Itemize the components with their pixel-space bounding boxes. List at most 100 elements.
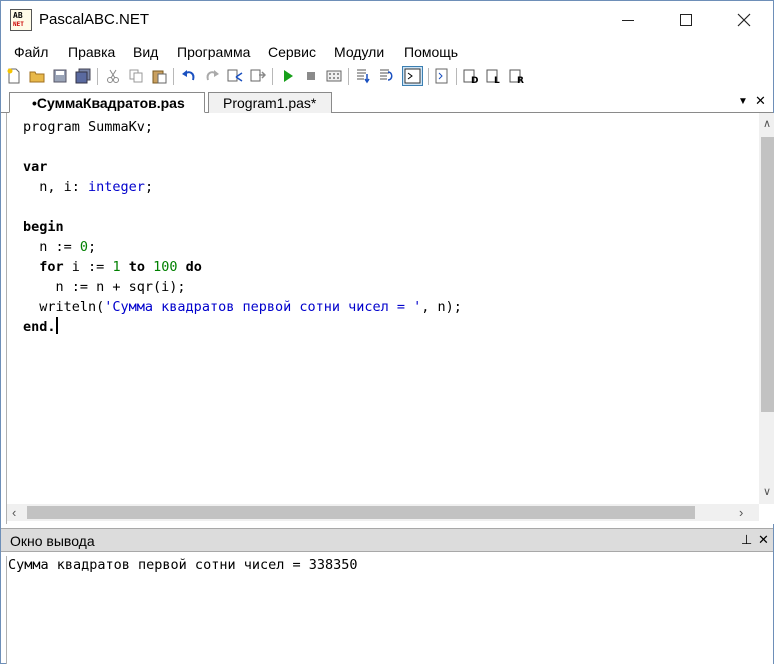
menu-program[interactable]: Программа: [177, 44, 250, 60]
code-token: begin: [23, 219, 64, 235]
close-icon: [737, 13, 751, 27]
minimize-button[interactable]: [599, 1, 657, 39]
undo-icon[interactable]: [181, 68, 197, 84]
format-icon[interactable]: [434, 68, 450, 84]
menu-edit[interactable]: Правка: [68, 44, 115, 60]
maximize-button[interactable]: [657, 1, 715, 39]
code-token: i :=: [63, 259, 113, 275]
toolbar-separator: [272, 68, 273, 85]
scroll-left-icon[interactable]: ‹: [12, 505, 16, 520]
code-token: 'Сумма квадратов первой сотни чисел = ': [104, 299, 422, 315]
menu-view[interactable]: Вид: [133, 44, 158, 60]
find-icon[interactable]: [227, 68, 243, 84]
copy-icon[interactable]: [128, 68, 144, 84]
scroll-down-icon[interactable]: ∨: [763, 485, 771, 498]
output-panel[interactable]: Сумма квадратов первой сотни чисел = 338…: [6, 556, 773, 664]
code-line[interactable]: [23, 197, 462, 217]
compile-icon[interactable]: [326, 68, 342, 84]
code-editor[interactable]: program SummaKv; var n, i: integer; begin …: [6, 113, 774, 524]
code-line[interactable]: begin: [23, 217, 462, 237]
code-line[interactable]: for i := 1 to 100 do: [23, 257, 462, 277]
code-line[interactable]: writeln('Сумма квадратов первой сотни чи…: [23, 297, 462, 317]
maximize-icon: [680, 14, 692, 26]
code-line[interactable]: var: [23, 157, 462, 177]
menu-help[interactable]: Помощь: [404, 44, 458, 60]
code-token: 1: [112, 259, 121, 275]
code-token: n, i:: [23, 179, 89, 195]
code-token: ;: [88, 239, 97, 255]
close-button[interactable]: [715, 1, 773, 39]
tab-summakvadratov[interactable]: •СуммаКвадратов.pas: [9, 92, 205, 113]
pin-icon[interactable]: ⊥: [741, 532, 752, 548]
open-file-icon[interactable]: [29, 68, 45, 84]
debug-r-icon[interactable]: R: [509, 68, 525, 84]
tab-program1[interactable]: Program1.pas*: [208, 92, 332, 113]
menu-file[interactable]: Файл: [14, 44, 48, 60]
horizontal-scrollbar[interactable]: ‹ ›: [7, 504, 759, 521]
app-icon-text: AB: [13, 11, 23, 20]
code-line[interactable]: end.: [23, 317, 462, 337]
vertical-scroll-thumb[interactable]: [761, 137, 774, 412]
code-line[interactable]: n := n + sqr(i);: [23, 277, 462, 297]
code-token: n :=: [23, 239, 80, 255]
title-bar[interactable]: AB NET PascalABC.NET: [1, 1, 773, 39]
toolbar-separator: [428, 68, 429, 85]
cut-icon[interactable]: [105, 68, 121, 84]
svg-text:L: L: [494, 76, 500, 84]
menu-bar: Файл Правка Вид Программа Сервис Модули …: [1, 39, 773, 65]
code-token: integer: [88, 179, 145, 195]
code-line[interactable]: n := 0;: [23, 237, 462, 257]
save-icon[interactable]: [52, 68, 68, 84]
output-text: Сумма квадратов первой сотни чисел = 338…: [8, 557, 358, 573]
output-panel-title: Окно вывода: [10, 533, 95, 549]
minimize-icon: [622, 19, 634, 21]
code-token: do: [185, 259, 202, 275]
code-line[interactable]: program SummaKv;: [23, 117, 462, 137]
app-icon: AB NET: [10, 9, 32, 31]
code-token: end.: [23, 319, 56, 335]
window-title: PascalABC.NET: [39, 11, 150, 28]
save-all-icon[interactable]: [75, 68, 91, 84]
tab-strip: •СуммаКвадратов.pas Program1.pas* ▼ ✕: [1, 89, 773, 113]
code-token: to: [128, 259, 145, 275]
toolbar-separator: [348, 68, 349, 85]
scroll-right-icon[interactable]: ›: [739, 505, 743, 520]
debug-l-icon[interactable]: L: [486, 68, 502, 84]
code-token: program SummaKv;: [23, 119, 154, 135]
code-line[interactable]: [23, 137, 462, 157]
code-text[interactable]: program SummaKv; var n, i: integer; begin …: [23, 117, 462, 337]
app-icon-subtext: NET: [13, 21, 24, 28]
stop-icon[interactable]: [303, 68, 319, 84]
tab-list-dropdown-icon[interactable]: ▼: [738, 96, 748, 107]
code-line[interactable]: n, i: integer;: [23, 177, 462, 197]
vertical-scrollbar[interactable]: ∧ ∨: [759, 113, 774, 504]
step-over-icon[interactable]: [378, 68, 394, 84]
output-panel-header: Окно вывода ⊥ ✕: [1, 528, 773, 552]
step-into-icon[interactable]: [355, 68, 371, 84]
app-window: AB NET PascalABC.NET Файл Правка Вид Про…: [0, 0, 774, 664]
code-token: var: [23, 159, 48, 175]
replace-icon[interactable]: [250, 68, 266, 84]
toolbar-separator: [97, 68, 98, 85]
svg-text:D: D: [471, 76, 478, 84]
code-token: ;: [144, 179, 154, 195]
console-icon[interactable]: [402, 66, 423, 86]
scroll-up-icon[interactable]: ∧: [763, 117, 771, 130]
new-file-icon[interactable]: [6, 68, 22, 84]
paste-icon[interactable]: [151, 68, 167, 84]
run-icon[interactable]: [280, 68, 296, 84]
text-caret: [55, 317, 58, 334]
menu-service[interactable]: Сервис: [268, 44, 316, 60]
horizontal-scroll-thumb[interactable]: [27, 506, 695, 519]
redo-icon[interactable]: [204, 68, 220, 84]
output-close-icon[interactable]: ✕: [758, 532, 769, 548]
tab-close-icon[interactable]: ✕: [755, 93, 766, 109]
menu-modules[interactable]: Модули: [334, 44, 384, 60]
code-token: 0: [79, 239, 89, 255]
debug-d-icon[interactable]: D: [463, 68, 479, 84]
toolbar-separator: [456, 68, 457, 85]
